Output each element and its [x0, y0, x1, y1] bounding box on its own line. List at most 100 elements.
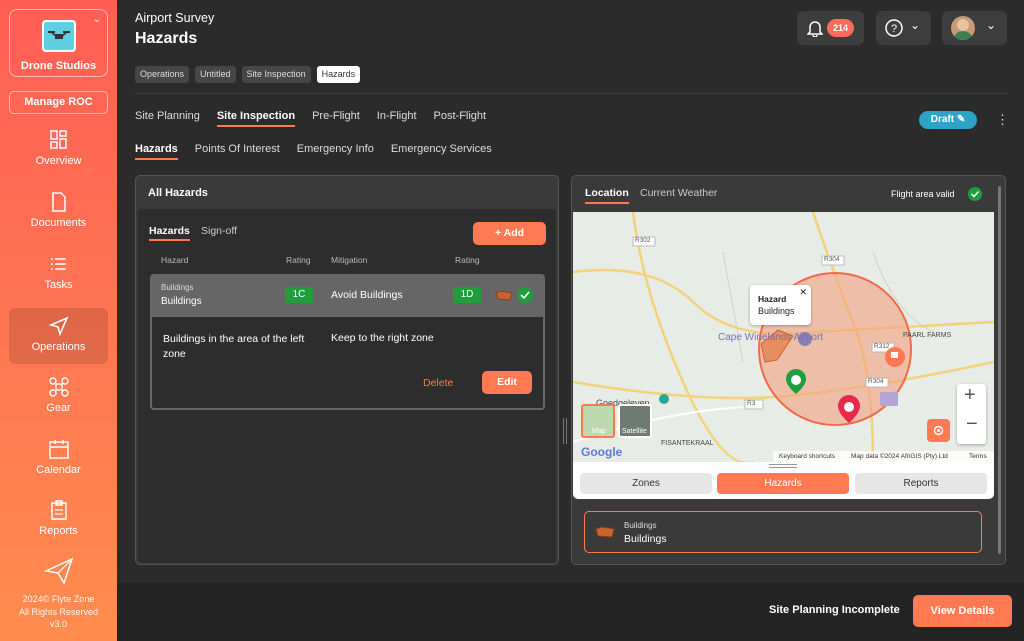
hazard-detail: Buildings in the area of the left zone K…: [150, 317, 545, 410]
road-label: R3: [747, 400, 756, 407]
column-header: Rating: [286, 255, 311, 265]
zoom-out-button[interactable]: −: [966, 413, 978, 436]
tab-pre-flight[interactable]: Pre-Flight: [312, 110, 360, 127]
tab-in-flight[interactable]: In-Flight: [377, 110, 417, 127]
sidebar: Drone Studios ⌄ Manage ROC Overview Docu…: [0, 0, 117, 641]
nav-label: Tasks: [44, 279, 73, 291]
road-label: R304: [824, 256, 840, 263]
calendar-icon: [48, 440, 69, 459]
breadcrumb-item-current[interactable]: Hazards: [316, 66, 361, 83]
check-icon: [968, 187, 982, 201]
profile-button[interactable]: ⌄: [942, 11, 1007, 45]
table-row[interactable]: Buildings Buildings 1C Avoid Buildings 1…: [150, 274, 545, 317]
breadcrumb: Operations Untitled Site Inspection Haza…: [135, 66, 361, 83]
map-attribution: Keyboard shortcuts Map data ©2024 AfriGI…: [773, 451, 994, 462]
nav-item-gear[interactable]: Gear: [9, 377, 108, 433]
resize-handle[interactable]: [563, 418, 567, 444]
close-icon[interactable]: ✕: [799, 287, 807, 298]
hazard-description: Buildings in the area of the left zone: [163, 333, 305, 360]
copyright: 2024© Flyte Zone All Rights Reserved v3.0: [18, 594, 99, 629]
breadcrumb-item[interactable]: Site Inspection: [241, 66, 311, 83]
list-item[interactable]: Buildings Buildings: [584, 511, 982, 553]
send-icon: [48, 316, 69, 336]
notification-count: 214: [827, 19, 854, 37]
tab-sign-off[interactable]: Sign-off: [201, 225, 237, 237]
nav-item-documents[interactable]: Documents: [9, 192, 108, 248]
delete-button[interactable]: Delete: [423, 377, 453, 389]
breadcrumb-item[interactable]: Untitled: [195, 66, 236, 83]
column-header: Hazard: [161, 255, 189, 265]
draft-status-button[interactable]: Draft ✎: [919, 111, 977, 129]
map-layer-button[interactable]: Map: [581, 404, 615, 438]
nav-item-calendar[interactable]: Calendar: [9, 439, 108, 495]
notifications-button[interactable]: 214: [797, 11, 864, 45]
zoom-in-button[interactable]: +: [964, 384, 976, 407]
mitigation-description: Keep to the right zone: [331, 332, 434, 344]
org-switcher[interactable]: Drone Studios ⌄: [9, 9, 108, 77]
nav-item-tasks[interactable]: Tasks: [9, 254, 108, 310]
nav-label: Overview: [35, 155, 82, 167]
tab-emergency-info[interactable]: Emergency Info: [297, 143, 374, 160]
manage-roc-button[interactable]: Manage ROC: [9, 91, 108, 114]
tab-location[interactable]: Location: [585, 187, 629, 204]
hazard-category: Buildings: [624, 521, 657, 530]
divider: [135, 93, 1008, 94]
flyte-logo-icon: [43, 557, 74, 590]
nav-item-operations[interactable]: Operations: [9, 308, 108, 364]
add-hazard-button[interactable]: + Add: [473, 222, 546, 245]
drone-logo-icon: [42, 20, 76, 52]
map-filter-bar: Zones Hazards Reports: [573, 462, 994, 499]
nav-item-reports[interactable]: Reports: [9, 500, 108, 556]
view-details-button[interactable]: View Details: [913, 595, 1012, 627]
nav-label: Calendar: [36, 464, 81, 476]
avatar: [951, 16, 975, 40]
org-name: Drone Studios: [20, 60, 97, 72]
svg-text:?: ?: [891, 23, 897, 35]
road-label: R304: [868, 378, 884, 385]
nav-label: Gear: [46, 402, 71, 414]
document-icon: [51, 192, 66, 212]
zoom-controls: + −: [957, 384, 986, 444]
breadcrumb-item[interactable]: Operations: [135, 66, 190, 83]
hazards-button[interactable]: Hazards: [717, 473, 849, 494]
tab-post-flight[interactable]: Post-Flight: [434, 110, 487, 127]
column-header: Rating: [455, 255, 480, 265]
satellite-layer-button[interactable]: Satellite: [618, 404, 652, 438]
hazard-name: Buildings: [624, 533, 667, 545]
scrollbar[interactable]: [998, 186, 1001, 554]
page-subtitle: Airport Survey: [135, 11, 215, 25]
nav-item-overview[interactable]: Overview: [9, 130, 108, 186]
phase-tabs: Site Planning Site Inspection Pre-Flight…: [135, 110, 486, 127]
edit-button[interactable]: Edit: [482, 371, 532, 394]
drag-handle[interactable]: [769, 464, 797, 468]
tab-emergency-services[interactable]: Emergency Services: [391, 143, 492, 160]
chevron-down-icon: ⌄: [92, 14, 101, 25]
rating-badge: 1D: [453, 287, 481, 303]
zones-button[interactable]: Zones: [580, 473, 712, 494]
locate-button[interactable]: [927, 419, 950, 442]
hazard-popup: Hazard Buildings ✕: [750, 285, 811, 325]
building-hazard-icon: [495, 290, 513, 301]
map-label-fisantekraal: FISANTEKRAAL: [661, 440, 714, 447]
help-button[interactable]: ? ⌄: [876, 11, 931, 45]
popup-title: Hazard: [758, 294, 787, 304]
tab-hazards[interactable]: Hazards: [135, 143, 178, 160]
tab-points-of-interest[interactable]: Points Of Interest: [195, 143, 280, 160]
nav-label: Documents: [30, 217, 87, 229]
tab-site-planning[interactable]: Site Planning: [135, 110, 200, 127]
bell-icon: [807, 21, 823, 37]
more-options-icon[interactable]: ⋮: [996, 112, 1009, 128]
check-icon: [517, 287, 533, 303]
map-view[interactable]: Cape Winelands Airport PAARL FARMS Goedg…: [573, 212, 994, 462]
chevron-down-icon: ⌄: [910, 18, 921, 32]
all-hazards-panel: All Hazards Hazards Sign-off + Add Hazar…: [135, 175, 559, 565]
tab-site-inspection[interactable]: Site Inspection: [216, 110, 296, 127]
nav-label: Reports: [39, 525, 78, 537]
road-label: R312: [874, 343, 890, 350]
panel-title: All Hazards: [148, 187, 208, 199]
google-logo: Google: [581, 445, 623, 459]
tab-hazards-list[interactable]: Hazards: [149, 225, 190, 241]
tab-current-weather[interactable]: Current Weather: [640, 187, 717, 199]
mitigation-text: Avoid Buildings: [331, 289, 403, 301]
reports-button[interactable]: Reports: [855, 473, 987, 494]
